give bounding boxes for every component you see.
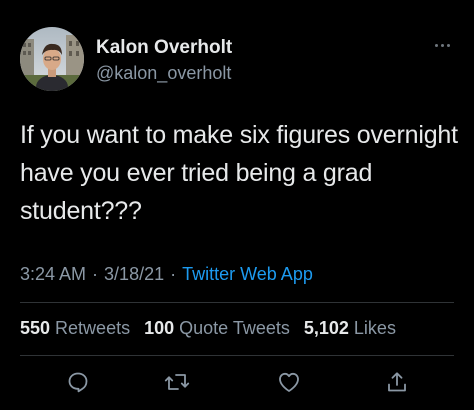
divider <box>20 355 454 356</box>
tweet-text: If you want to make six figures overnigh… <box>20 121 458 225</box>
quote-tweets-count: 100 <box>144 318 175 338</box>
tweet-source-link[interactable]: Twitter Web App <box>182 264 313 285</box>
quote-tweets-label: Quote Tweets <box>179 318 290 338</box>
likes-label: Likes <box>353 318 396 338</box>
share-icon <box>388 372 406 392</box>
tweet-time[interactable]: 3:24 AM <box>20 264 86 285</box>
tweet-actions-bar <box>0 362 474 402</box>
tweet-meta: 3:24 AM · 3/18/21 · Twitter Web App <box>20 264 313 285</box>
tweet-card: Kalon Overholt @kalon_overholt If you wa… <box>0 0 474 410</box>
like-button[interactable] <box>275 368 303 396</box>
retweets-label: Retweets <box>55 318 131 338</box>
likes-count: 5,102 <box>303 318 349 338</box>
meta-separator: · <box>170 264 177 284</box>
quote-tweets-stat[interactable]: 100 Quote Tweets <box>144 318 290 339</box>
likes-stat[interactable]: 5,102 Likes <box>304 318 396 339</box>
profile-photo-icon <box>20 27 84 91</box>
more-options-button[interactable] <box>428 36 456 54</box>
retweets-count: 550 <box>20 318 51 338</box>
reply-button[interactable] <box>64 368 92 396</box>
author-handle[interactable]: @kalon_overholt <box>96 63 231 84</box>
retweet-button[interactable] <box>163 368 191 396</box>
author-display-name[interactable]: Kalon Overholt <box>96 37 232 59</box>
more-dot-icon <box>440 43 444 47</box>
engagement-stats: 550 Retweets 100 Quote Tweets 5,102 Likes <box>20 318 410 339</box>
tweet-date[interactable]: 3/18/21 <box>104 264 164 285</box>
meta-separator: · <box>92 264 99 284</box>
share-button[interactable] <box>383 368 411 396</box>
more-dot-icon <box>434 43 438 47</box>
more-dot-icon <box>446 43 450 47</box>
avatar[interactable] <box>20 27 84 91</box>
heart-icon <box>279 372 299 392</box>
divider <box>20 302 454 303</box>
reply-icon <box>68 372 88 393</box>
retweet-icon <box>164 374 190 390</box>
retweets-stat[interactable]: 550 Retweets <box>20 318 130 339</box>
